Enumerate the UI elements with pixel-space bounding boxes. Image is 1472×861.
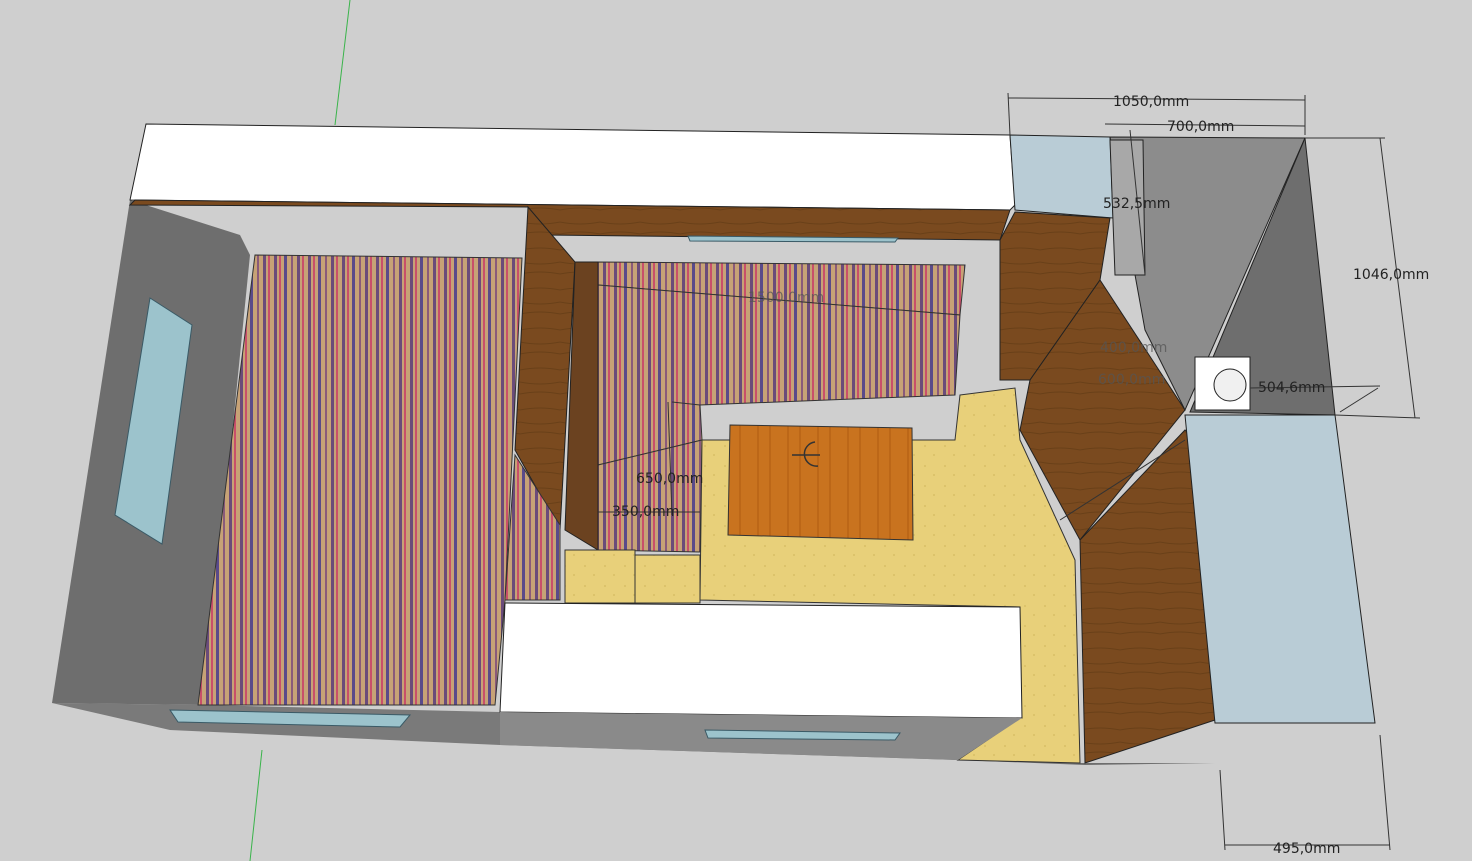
floor-small-step-1 bbox=[564, 549, 636, 604]
dim-label-1046: 1046,0mm bbox=[1353, 267, 1429, 283]
bed-left-striped bbox=[197, 254, 523, 706]
room-model-3d: 1050,0mm 700,0mm 532,5mm 1046,0mm 504,6m… bbox=[52, 0, 1429, 861]
sketchup-viewport[interactable]: 1050,0mm 700,0mm 532,5mm 1046,0mm 504,6m… bbox=[0, 0, 1472, 861]
dim-label-700: 700,0mm bbox=[1167, 119, 1234, 135]
dim-label-495: 495,0mm bbox=[1273, 841, 1340, 857]
dim-label-1500: 1500,0mm bbox=[748, 290, 824, 306]
table-top bbox=[727, 424, 914, 541]
dim-label-504: 504,6mm bbox=[1258, 380, 1325, 396]
counter-white bbox=[499, 602, 1023, 719]
dim-label-532: 532,5mm bbox=[1103, 196, 1170, 212]
dim-label-1050: 1050,0mm bbox=[1113, 94, 1189, 110]
upper-glass-panel bbox=[1009, 134, 1114, 219]
floor-small-step-2 bbox=[634, 554, 701, 604]
dim-label-350: 350,0mm bbox=[612, 504, 679, 520]
green-axis-lower bbox=[249, 749, 263, 861]
green-axis bbox=[334, 0, 351, 126]
wall-top-band bbox=[129, 123, 1016, 211]
dim-label-400: 400,0mm bbox=[1100, 340, 1167, 356]
right-glass-panel bbox=[1184, 414, 1376, 724]
dim-label-600: 600,0mm bbox=[1098, 372, 1165, 388]
sink-basin bbox=[1213, 368, 1247, 402]
dim-label-650: 650,0mm bbox=[636, 471, 703, 487]
